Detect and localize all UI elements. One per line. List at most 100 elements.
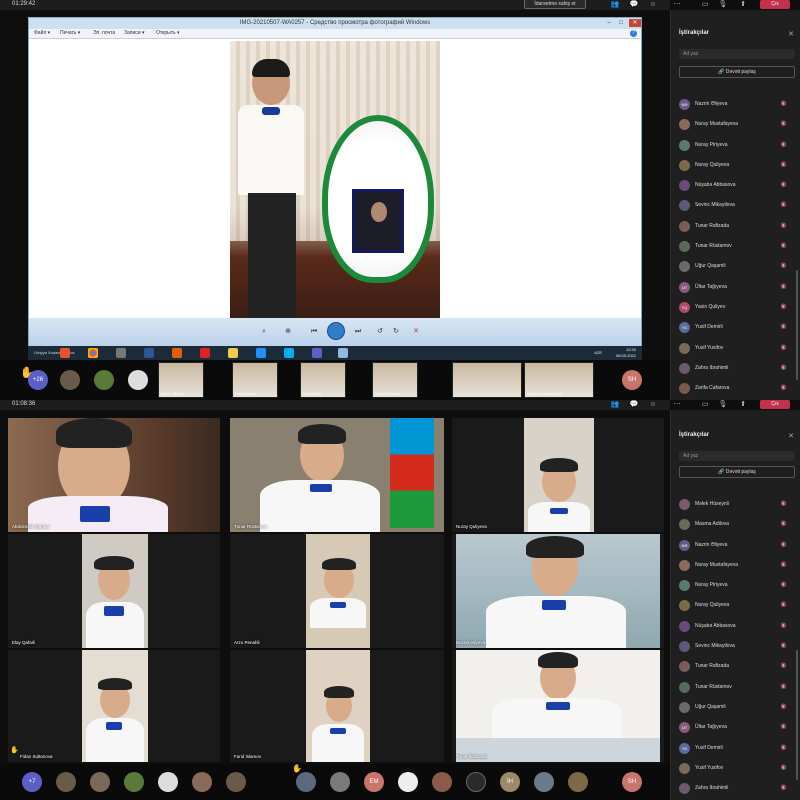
participant-row[interactable]: Zahra Ibrahimli 🔇 bbox=[671, 359, 800, 379]
avatar[interactable]: SH bbox=[622, 772, 642, 792]
avatar[interactable] bbox=[296, 772, 316, 792]
participant-row[interactable]: Zarifa Cafarova 🔇 bbox=[671, 379, 800, 399]
photo-viewer-icon[interactable] bbox=[338, 348, 348, 358]
video-thumbnail[interactable]: Ulviyya Xudaverdiyeva bbox=[524, 362, 594, 398]
close-icon[interactable]: ✕ bbox=[629, 19, 641, 27]
video-thumbnail[interactable]: Nazrin Əliyeva bbox=[158, 362, 204, 398]
participant-row[interactable]: Tunar Rafizada 🔇 bbox=[671, 217, 800, 237]
folder-icon[interactable] bbox=[228, 348, 238, 358]
mic-off-icon[interactable]: 🎙 bbox=[718, 400, 728, 409]
avatar[interactable] bbox=[128, 370, 148, 390]
video-tile[interactable]: Farid İslamov bbox=[230, 650, 444, 762]
help-icon[interactable]: ? bbox=[630, 30, 637, 37]
video-tile[interactable]: Nazrin Əliyeva bbox=[452, 534, 664, 648]
participant-row[interactable]: Məlek Hüseynli 🔇 bbox=[671, 495, 800, 515]
yandex-icon[interactable] bbox=[200, 348, 210, 358]
teams-icon[interactable] bbox=[312, 348, 322, 358]
video-tile[interactable]: Arzu Penahli bbox=[230, 534, 444, 648]
request-control-button[interactable]: İdarəetmə xahiş et bbox=[524, 0, 586, 9]
reactions-icon[interactable]: ☺ bbox=[648, 0, 658, 9]
participant-row[interactable]: Nüşabə Abbasova 🔇 bbox=[671, 176, 800, 196]
rotate-right-icon[interactable]: ↻ bbox=[389, 326, 403, 338]
avatar[interactable] bbox=[398, 772, 418, 792]
video-tile[interactable]: Tunar Rafizada bbox=[452, 650, 664, 762]
avatar[interactable]: İH bbox=[500, 772, 520, 792]
powerpoint-icon[interactable] bbox=[60, 348, 70, 358]
participant-row[interactable]: Yusif Yusifov 🔇 bbox=[671, 759, 800, 779]
video-tile[interactable]: Abdulməlik Qarlıov bbox=[8, 418, 220, 532]
avatar[interactable] bbox=[534, 772, 554, 792]
participant-row[interactable]: Uğur Qaşamli 🔇 bbox=[671, 698, 800, 718]
reactions-icon[interactable]: ☺ bbox=[648, 400, 658, 409]
menu-burn[interactable]: Записи ▾ bbox=[124, 30, 145, 36]
video-tile[interactable]: ✋ Fidan Sultanova bbox=[8, 650, 220, 762]
participant-row[interactable]: Masma Adilova 🔇 bbox=[671, 515, 800, 535]
actual-size-icon[interactable]: ⊕ bbox=[281, 326, 295, 338]
participant-row[interactable]: Nuray Quliyeva 🔇 bbox=[671, 156, 800, 176]
participant-row[interactable]: Nüşabə Abbasova 🔇 bbox=[671, 617, 800, 637]
participants-icon[interactable]: 👥 bbox=[610, 400, 620, 409]
close-icon[interactable]: ✕ bbox=[788, 432, 794, 440]
rotate-left-icon[interactable]: ↺ bbox=[373, 326, 387, 338]
participant-search-input[interactable]: Ad yaz bbox=[679, 49, 795, 59]
overflow-count[interactable]: +26 bbox=[28, 370, 48, 390]
share-invite-button[interactable]: 🔗 Dəvəti paylaş bbox=[679, 466, 795, 478]
delete-icon[interactable]: ✕ bbox=[409, 326, 423, 338]
participant-row[interactable]: NƏ Nazrin Əliyeva 🔇 bbox=[671, 536, 800, 556]
video-thumbnail[interactable] bbox=[452, 362, 522, 398]
participant-row[interactable]: Nuray Mustafayeva 🔇 bbox=[671, 556, 800, 576]
participant-row[interactable]: Yusif Yusifov 🔇 bbox=[671, 339, 800, 359]
camera-off-icon[interactable]: ▭ bbox=[700, 0, 710, 9]
participant-row[interactable]: ÜT Ültar Tağıyeva 🔇 bbox=[671, 278, 800, 298]
video-thumbnail[interactable]: Tunar Rüstamov bbox=[372, 362, 418, 398]
participant-row[interactable]: Tunar Rafizada 🔇 bbox=[671, 657, 800, 677]
avatar[interactable] bbox=[568, 772, 588, 792]
avatar[interactable] bbox=[158, 772, 178, 792]
camera-off-icon[interactable]: ▭ bbox=[700, 400, 710, 409]
participant-row[interactable]: Zahra Ibrahimli 🔇 bbox=[671, 779, 800, 799]
video-thumbnail[interactable]: Yusif Əliyev bbox=[300, 362, 346, 398]
menu-file[interactable]: Файл ▾ bbox=[34, 30, 50, 36]
language-indicator[interactable]: AZE bbox=[594, 350, 602, 355]
avatar[interactable] bbox=[192, 772, 212, 792]
scrollbar[interactable] bbox=[796, 650, 798, 780]
avatar[interactable] bbox=[124, 772, 144, 792]
skype-icon[interactable] bbox=[284, 348, 294, 358]
leave-button[interactable]: Çıx bbox=[760, 0, 790, 9]
menu-print[interactable]: Печать ▾ bbox=[60, 30, 80, 36]
firefox-icon[interactable] bbox=[172, 348, 182, 358]
scrollbar[interactable] bbox=[796, 270, 798, 380]
participant-row[interactable]: Uğur Qaşamli 🔇 bbox=[671, 257, 800, 277]
menu-open[interactable]: Открыть ▾ bbox=[156, 30, 180, 36]
avatar[interactable] bbox=[90, 772, 110, 792]
chat-icon[interactable]: 💬 bbox=[629, 0, 639, 9]
share-screen-icon[interactable]: ⬆ bbox=[738, 400, 748, 409]
avatar[interactable] bbox=[56, 772, 76, 792]
more-options-icon[interactable]: ⋯ bbox=[672, 0, 682, 9]
participant-row[interactable]: Tunar Rüstamov 🔇 bbox=[671, 237, 800, 257]
avatar[interactable]: SH bbox=[622, 370, 642, 390]
video-tile[interactable]: Elay Qafarli bbox=[8, 534, 220, 648]
participant-row[interactable]: YD Yusif Demirli 🔇 bbox=[671, 318, 800, 338]
participant-row[interactable]: Nuray Quliyeva 🔇 bbox=[671, 596, 800, 616]
participant-row[interactable]: Tunar Rüstamov 🔇 bbox=[671, 678, 800, 698]
more-options-icon[interactable]: ⋯ bbox=[672, 400, 682, 409]
word-icon[interactable] bbox=[144, 348, 154, 358]
minimize-icon[interactable]: – bbox=[603, 19, 615, 27]
zoom-icon[interactable]: ⌕ bbox=[257, 326, 271, 338]
ie-icon[interactable] bbox=[256, 348, 266, 358]
participant-row[interactable]: YQ Yasin Quliyev 🔇 bbox=[671, 298, 800, 318]
avatar[interactable] bbox=[466, 772, 486, 792]
previous-icon[interactable]: ⏮ bbox=[307, 326, 321, 338]
participant-row[interactable]: ÜT Ültar Tağıyeva 🔇 bbox=[671, 718, 800, 738]
leave-button[interactable]: Çıx bbox=[760, 400, 790, 409]
avatar[interactable] bbox=[432, 772, 452, 792]
next-icon[interactable]: ⏭ bbox=[351, 326, 365, 338]
maximize-icon[interactable]: □ bbox=[615, 19, 627, 27]
participant-row[interactable]: Nuray Piriyeva 🔇 bbox=[671, 136, 800, 156]
participant-search-input[interactable]: Ad yaz bbox=[679, 451, 795, 461]
avatar[interactable]: EM bbox=[364, 772, 384, 792]
avatar[interactable] bbox=[226, 772, 246, 792]
slideshow-button[interactable] bbox=[327, 322, 345, 340]
video-tile[interactable]: Tunar Rüstamov bbox=[230, 418, 444, 532]
